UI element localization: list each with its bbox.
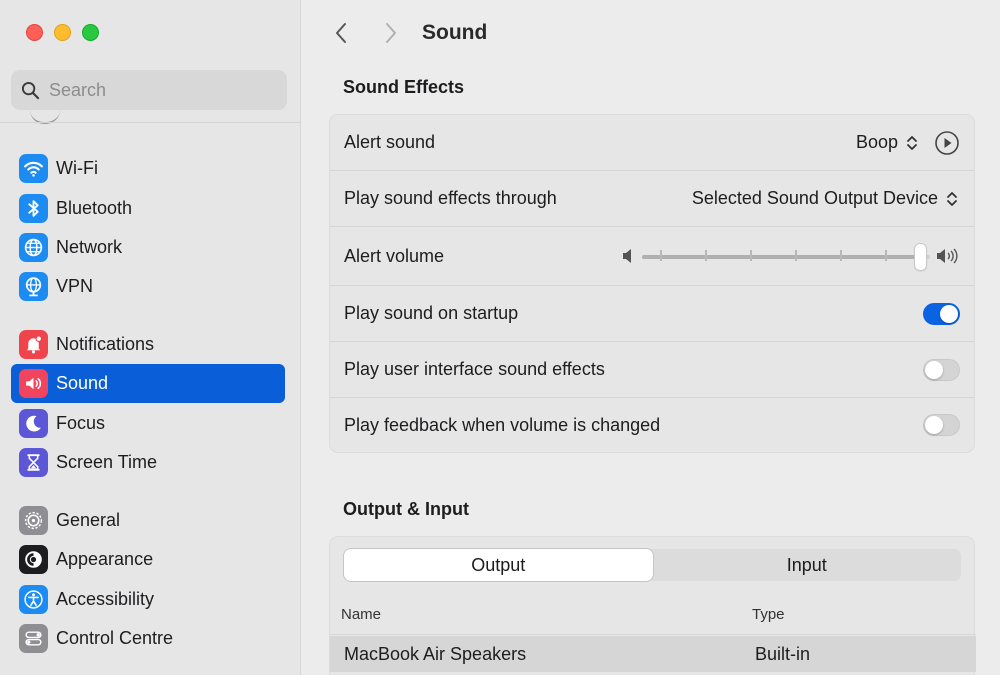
sidebar-item-label: Bluetooth [56,198,132,219]
alert-sound-label: Alert sound [344,132,435,153]
accessibility-icon [19,585,48,614]
bell-icon [19,330,48,359]
page-title: Sound [422,21,487,45]
sidebar-item-wifi[interactable]: Wi-Fi [11,149,285,188]
column-header-name[interactable]: Name [341,606,381,623]
appearance-icon [19,545,48,574]
main-content: Sound Sound Effects Alert sound Boop Pla… [301,0,1000,675]
moon-icon [19,409,48,438]
slider-tick [840,250,842,261]
slider-tick [750,250,752,261]
close-window-button[interactable] [26,24,43,41]
speaker-icon [19,369,48,398]
sidebar: Wi-Fi Bluetooth Network VPN Notification… [0,0,301,675]
sound-effects-panel: Alert sound Boop Play sound effects thro… [329,114,975,453]
alert-sound-popup[interactable]: Boop [856,132,920,154]
volume-feedback-row: Play feedback when volume is changed [330,398,974,452]
volume-high-icon [936,247,960,265]
slider-tick [660,250,662,261]
sidebar-item-sound[interactable]: Sound [11,364,285,403]
sidebar-item-focus[interactable]: Focus [11,404,285,443]
play-icon [934,130,960,156]
globe-icon [19,233,48,262]
tab-output[interactable]: Output [344,549,653,581]
forward-button[interactable] [381,19,401,47]
chevron-left-icon [334,22,348,44]
sidebar-divider [0,122,300,123]
bluetooth-icon [19,194,48,223]
device-name: MacBook Air Speakers [344,644,526,665]
sidebar-item-network[interactable]: Network [11,228,285,267]
sidebar-item-vpn[interactable]: VPN [11,267,285,306]
alert-volume-label: Alert volume [344,246,444,267]
search-input[interactable] [49,80,269,101]
alert-sound-value: Boop [856,132,898,153]
alert-sound-row: Alert sound Boop [330,115,974,171]
sidebar-item-screen-time[interactable]: Screen Time [11,443,285,482]
column-header-type[interactable]: Type [752,606,785,623]
sidebar-item-label: Sound [56,373,108,394]
play-through-popup[interactable]: Selected Sound Output Device [692,188,960,210]
startup-sound-toggle[interactable] [923,303,960,325]
output-input-segmented-control: Output Input [344,549,961,581]
window-controls [26,24,99,41]
startup-sound-label: Play sound on startup [344,303,518,324]
slider-tick [795,250,797,261]
sidebar-item-bluetooth[interactable]: Bluetooth [11,189,285,228]
sidebar-item-label: General [56,510,120,531]
control-centre-icon [19,624,48,653]
gear-icon [19,506,48,535]
wifi-icon [19,154,48,183]
sound-effects-heading: Sound Effects [343,77,464,98]
device-type: Built-in [755,644,810,665]
slider-knob[interactable] [915,244,926,270]
search-icon [21,81,40,100]
chevron-right-icon [384,22,398,44]
slider-fill [642,255,919,259]
output-input-heading: Output & Input [343,499,469,520]
play-through-label: Play sound effects through [344,188,557,209]
hourglass-icon [19,448,48,477]
ui-sound-effects-label: Play user interface sound effects [344,359,605,380]
chevron-up-down-icon [944,188,960,210]
table-row[interactable]: MacBook Air Speakers Built-in [330,636,976,672]
tab-input[interactable]: Input [653,549,962,581]
play-through-value: Selected Sound Output Device [692,188,938,209]
sidebar-item-general[interactable]: General [11,501,285,540]
sidebar-item-label: Appearance [56,549,153,570]
search-field[interactable] [11,70,287,110]
sidebar-item-label: Focus [56,413,105,434]
sidebar-item-label: Control Centre [56,628,173,649]
ui-sound-effects-row: Play user interface sound effects [330,342,974,398]
sidebar-item-notifications[interactable]: Notifications [11,325,285,364]
alert-volume-slider[interactable] [642,246,930,266]
sidebar-item-label: Network [56,237,122,258]
chevron-up-down-icon [904,132,920,154]
volume-feedback-label: Play feedback when volume is changed [344,415,660,436]
slider-tick [885,250,887,261]
output-input-panel: Output Input Name Type MacBook Air Speak… [329,536,975,675]
slider-tick [705,250,707,261]
sidebar-item-label: Notifications [56,334,154,355]
ui-sound-effects-toggle[interactable] [923,359,960,381]
device-table-header: Name Type [330,595,976,635]
back-button[interactable] [331,19,351,47]
alert-volume-row: Alert volume [330,227,974,286]
sidebar-item-label: VPN [56,276,93,297]
sidebar-item-label: Accessibility [56,589,154,610]
sidebar-item-accessibility[interactable]: Accessibility [11,580,285,619]
sidebar-item-label: Screen Time [56,452,157,473]
toolbar: Sound [331,18,487,48]
sidebar-item-label: Wi-Fi [56,158,98,179]
sidebar-item-appearance[interactable]: Appearance [11,540,285,579]
startup-sound-row: Play sound on startup [330,286,974,342]
volume-low-icon [622,248,636,264]
play-alert-button[interactable] [934,130,960,156]
vpn-globe-icon [19,272,48,301]
sidebar-item-control-centre[interactable]: Control Centre [11,619,285,658]
minimize-window-button[interactable] [54,24,71,41]
play-through-row: Play sound effects through Selected Soun… [330,171,974,227]
volume-feedback-toggle[interactable] [923,414,960,436]
zoom-window-button[interactable] [82,24,99,41]
